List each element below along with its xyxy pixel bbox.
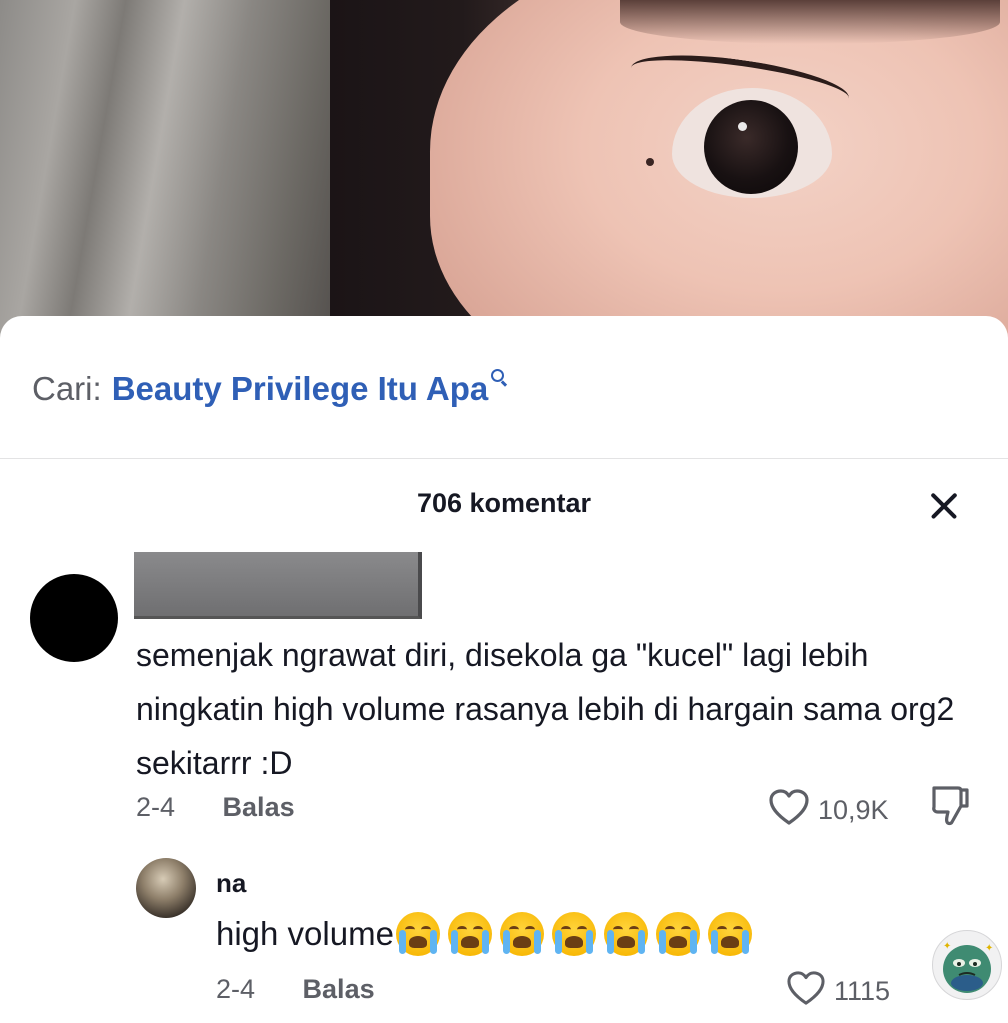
avatar[interactable] (30, 574, 118, 662)
search-icon[interactable] (491, 369, 508, 387)
close-icon[interactable] (924, 486, 964, 526)
heart-icon[interactable] (768, 788, 810, 833)
reply-avatar[interactable] (136, 858, 196, 918)
video-background[interactable] (0, 0, 1008, 340)
crying-face-icon (447, 912, 492, 956)
like-button[interactable]: 10,9K (768, 788, 889, 833)
redacted-username (134, 552, 422, 619)
svg-text:✦: ✦ (985, 943, 993, 954)
comment-count-title: 706 komentar (416, 488, 592, 518)
comment-meta: 2-4 Balas (136, 792, 295, 823)
reply-text-content: high volume (216, 915, 394, 952)
video-mole (646, 158, 654, 166)
heart-icon[interactable] (786, 970, 826, 1013)
reply-text: high volume (216, 912, 760, 956)
comment-date: 2-4 (136, 792, 176, 822)
crying-face-icon (499, 912, 544, 956)
reply-button[interactable]: Balas (223, 792, 295, 822)
crying-face-icon (395, 912, 440, 956)
search-prefix: Cari: (32, 370, 102, 407)
video-iris (704, 100, 798, 194)
video-brow (620, 0, 1000, 44)
search-query-link[interactable]: Beauty Privilege Itu Apa (112, 370, 489, 408)
divider (0, 458, 1008, 459)
thumbs-down-icon[interactable] (930, 784, 970, 833)
video-curtain (0, 0, 360, 340)
reply-like-button[interactable]: 1115 (786, 970, 890, 1013)
reply-date: 2-4 (216, 974, 256, 1004)
reply-like-count: 1115 (834, 976, 891, 1006)
reply-username[interactable]: na (216, 868, 246, 899)
crying-face-icon (603, 912, 648, 956)
search-suggestion[interactable]: Cari: Beauty Privilege Itu Apa (32, 364, 508, 414)
emoji-row (395, 912, 760, 956)
svg-text:✦: ✦ (943, 941, 951, 952)
comment-text: semenjak ngrawat diri, disekola ga "kuce… (136, 637, 955, 781)
reply-meta: 2-4 Balas (216, 974, 375, 1005)
reply-reply-button[interactable]: Balas (303, 974, 375, 1004)
crying-face-icon (707, 912, 752, 956)
like-count: 10,9K (818, 795, 889, 825)
crying-face-icon (655, 912, 700, 956)
crying-face-icon (551, 912, 596, 956)
sticker-avatar[interactable]: ✦ ✦ (932, 930, 1002, 1000)
comments-sheet: Cari: Beauty Privilege Itu Apa 706 komen… (0, 316, 1008, 1023)
video-eye-glint (738, 122, 747, 131)
